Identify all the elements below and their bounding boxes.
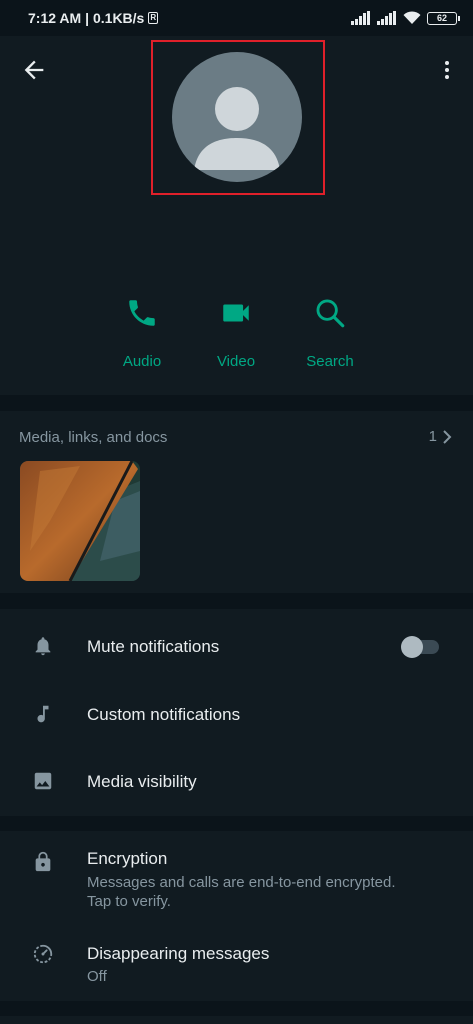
- encryption-description-line2: Tap to verify.: [87, 893, 171, 910]
- encryption-description-line1: Messages and calls are end-to-end encryp…: [87, 874, 396, 891]
- encryption-title: Encryption: [87, 849, 168, 868]
- search-icon: [316, 299, 345, 328]
- lock-icon: [35, 851, 51, 872]
- disappearing-messages-title: Disappearing messages: [87, 944, 270, 963]
- signal-icon: [351, 11, 370, 25]
- video-label: Video: [216, 353, 256, 370]
- mute-notifications-row[interactable]: Mute notifications: [0, 609, 473, 681]
- bell-icon: [35, 637, 51, 656]
- status-badge: R: [148, 12, 159, 24]
- media-thumbnail[interactable]: [20, 461, 140, 581]
- toggle-knob: [401, 636, 423, 658]
- avatar[interactable]: [172, 52, 302, 182]
- signal-icon-2: [377, 11, 396, 25]
- search-label: Search: [306, 353, 354, 370]
- status-bar: 7:12 AM | 0.1KB/s R 62: [0, 0, 473, 36]
- encryption-row[interactable]: Encryption Messages and calls are end-to…: [0, 831, 473, 921]
- photo-thumbnail-image: [20, 461, 140, 581]
- person-icon: [194, 87, 280, 170]
- timer-icon: [33, 944, 53, 964]
- mute-toggle[interactable]: [401, 636, 441, 658]
- battery-icon: 62: [427, 11, 460, 25]
- arrow-left-icon[interactable]: [20, 56, 48, 84]
- media-count-link[interactable]: 1: [429, 428, 453, 445]
- more-vert-icon[interactable]: [435, 56, 459, 84]
- video-call-button[interactable]: Video: [196, 296, 276, 370]
- audio-label: Audio: [122, 353, 162, 370]
- contact-header: Audio Video Search: [0, 36, 473, 395]
- image-icon: [34, 772, 52, 790]
- media-title[interactable]: Media, links, and docs: [19, 429, 167, 446]
- notification-settings: Mute notifications Custom notifications …: [0, 609, 473, 816]
- mute-notifications-label: Mute notifications: [87, 637, 220, 656]
- music-note-icon: [37, 705, 49, 723]
- custom-notifications-label: Custom notifications: [87, 705, 241, 724]
- search-button[interactable]: Search: [290, 296, 370, 370]
- contact-actions: Audio Video Search: [0, 296, 473, 376]
- disappearing-messages-row[interactable]: Disappearing messages Off: [0, 926, 473, 996]
- status-speed: | 0.1KB/s: [85, 10, 145, 26]
- wifi-icon: [403, 11, 421, 24]
- custom-notifications-row[interactable]: Custom notifications: [0, 681, 473, 749]
- audio-call-button[interactable]: Audio: [102, 296, 182, 370]
- status-time: 7:12 AM: [28, 10, 82, 26]
- media-visibility-row[interactable]: Media visibility: [0, 749, 473, 816]
- media-visibility-label: Media visibility: [87, 772, 197, 791]
- disappearing-messages-value: Off: [87, 968, 107, 985]
- media-count: 1: [428, 428, 437, 445]
- next-section-edge: [0, 1016, 473, 1024]
- videocam-icon: [223, 304, 249, 322]
- media-section: Media, links, and docs 1: [0, 411, 473, 593]
- phone-icon: [129, 300, 155, 326]
- chevron-right-icon: [443, 429, 452, 444]
- privacy-settings: Encryption Messages and calls are end-to…: [0, 831, 473, 1001]
